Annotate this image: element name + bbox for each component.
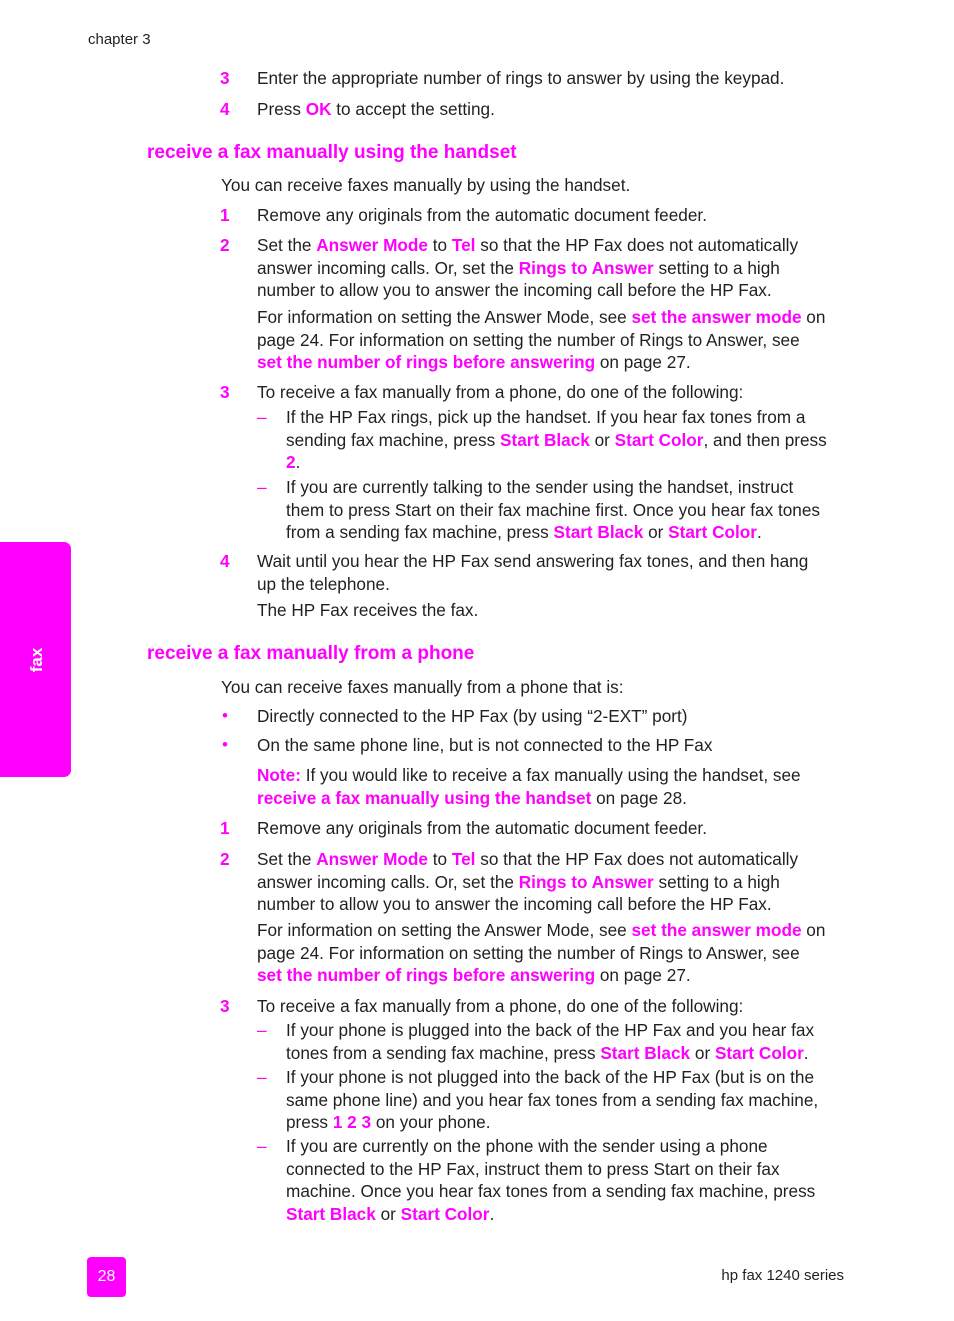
section-heading-handset: receive a fax manually using the handset	[147, 142, 517, 163]
sub-step: If your phone is not plugged into the ba…	[286, 1067, 819, 1132]
bullet-icon: •	[222, 706, 228, 725]
dash-marker: –	[257, 1136, 267, 1156]
sub-step: If you are currently talking to the send…	[286, 477, 821, 542]
step-number: 1	[220, 818, 230, 838]
step-text: Set the Answer Mode to Tel so that the H…	[257, 235, 799, 300]
step-number: 3	[220, 68, 230, 88]
step-text: Press OK to accept the setting.	[257, 99, 495, 119]
key-tel: Tel	[451, 849, 476, 869]
key-start-color: Start Color	[668, 522, 757, 542]
step-info: For information on setting the Answer Mo…	[257, 307, 826, 372]
key-start-black: Start Black	[500, 429, 590, 450]
chapter-header: chapter 3	[88, 31, 151, 48]
link-set-rings[interactable]: set the number of rings before answering	[257, 965, 595, 985]
key-answer-mode: Answer Mode	[316, 849, 428, 869]
key-2: 2	[286, 452, 296, 472]
product-series: hp fax 1240 series	[721, 1267, 844, 1284]
dash-marker: –	[257, 1067, 267, 1087]
bullet-text: Directly connected to the HP Fax (by usi…	[257, 706, 688, 726]
step-number: 2	[220, 235, 230, 255]
note-label: Note:	[257, 765, 301, 785]
link-receive-fax-handset[interactable]: receive a fax manually using the handset	[257, 788, 591, 808]
side-tab-label: fax	[27, 647, 46, 673]
page-number: 28	[87, 1257, 126, 1297]
step-text: Set the Answer Mode to Tel so that the H…	[257, 849, 799, 914]
sub-step: If the HP Fax rings, pick up the handset…	[286, 407, 827, 472]
step-number: 1	[220, 205, 230, 225]
step-info: For information on setting the Answer Mo…	[257, 920, 826, 985]
key-answer-mode: Answer Mode	[316, 235, 428, 255]
key-rings-to-answer: Rings to Answer	[518, 871, 654, 892]
note: Note: If you would like to receive a fax…	[257, 765, 801, 808]
link-set-answer-mode[interactable]: set the answer mode	[632, 307, 802, 327]
key-tel: Tel	[451, 235, 476, 255]
step-text: Enter the appropriate number of rings to…	[257, 68, 785, 88]
dash-marker: –	[257, 1020, 267, 1040]
sub-step: If your phone is plugged into the back o…	[286, 1020, 815, 1063]
key-start-black: Start Black	[600, 1042, 691, 1063]
step-text: Remove any originals from the automatic …	[257, 818, 707, 838]
sub-step: If you are currently on the phone with t…	[286, 1136, 816, 1224]
step-text: Remove any originals from the automatic …	[257, 205, 707, 225]
step-number: 4	[220, 551, 230, 571]
side-tab-fax: fax	[0, 542, 71, 777]
key-start-color: Start Color	[714, 1042, 804, 1063]
key-1-2-3: 1 2 3	[332, 1112, 372, 1132]
section-intro: You can receive faxes manually from a ph…	[221, 677, 624, 697]
step-number: 4	[220, 99, 230, 119]
step-number: 3	[220, 996, 230, 1016]
section-heading-phone: receive a fax manually from a phone	[147, 643, 475, 664]
key-rings-to-answer: Rings to Answer	[518, 257, 654, 278]
step-text: To receive a fax manually from a phone, …	[257, 996, 744, 1016]
key-ok: OK	[305, 99, 332, 119]
link-set-answer-mode[interactable]: set the answer mode	[632, 920, 802, 940]
dash-marker: –	[257, 407, 267, 427]
key-start-black: Start Black	[553, 522, 644, 542]
bullet-icon: •	[222, 735, 228, 754]
step-result: The HP Fax receives the fax.	[257, 600, 479, 620]
step-number: 3	[220, 382, 230, 402]
key-start-black: Start Black	[286, 1203, 376, 1224]
step-text: Wait until you hear the HP Fax send answ…	[257, 551, 809, 594]
key-start-color: Start Color	[400, 1203, 490, 1224]
key-start-color: Start Color	[614, 429, 704, 450]
link-set-rings[interactable]: set the number of rings before answering	[257, 352, 595, 372]
step-number: 2	[220, 849, 230, 869]
dash-marker: –	[257, 477, 267, 497]
step-text: To receive a fax manually from a phone, …	[257, 382, 744, 402]
bullet-text: On the same phone line, but is not conne…	[257, 735, 713, 755]
section-intro: You can receive faxes manually by using …	[221, 175, 631, 195]
